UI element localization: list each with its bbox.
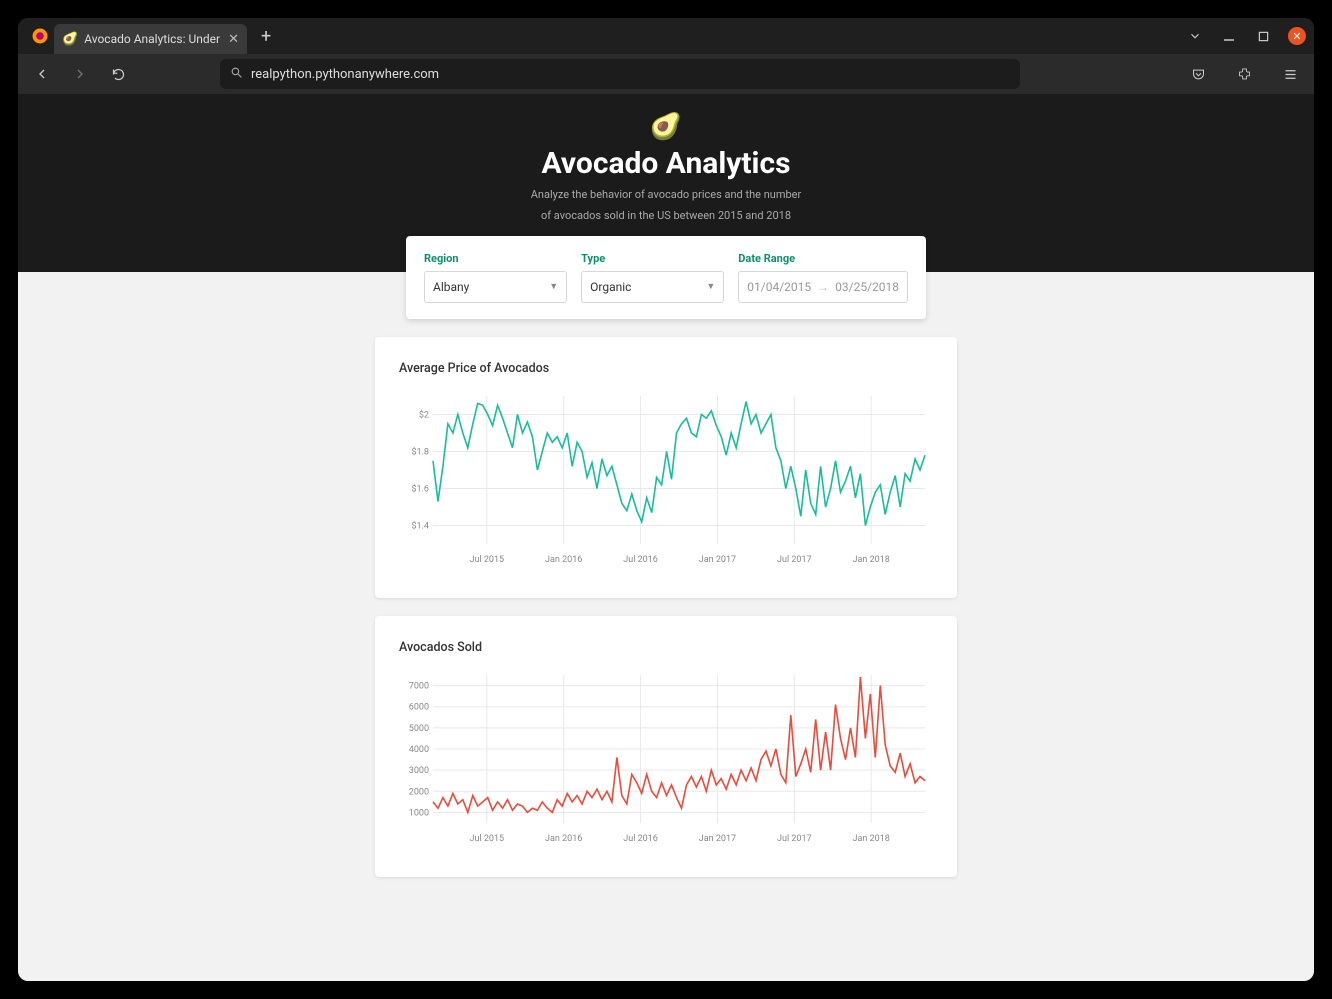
titlebar: 🥑 Avocado Analytics: Under ✕ + ✕ (18, 18, 1314, 54)
tab-title: Avocado Analytics: Under (84, 32, 220, 46)
tab-list-dropdown-icon[interactable] (1186, 27, 1204, 45)
price-chart[interactable]: $1.4 $1.6 $1.8 $2 Jul 2015 Jan 2016 Jul 2016 Ja… (399, 390, 933, 570)
type-select[interactable]: Organic ▼ (581, 271, 724, 303)
svg-text:$1.4: $1.4 (411, 520, 429, 531)
nav-reload-button[interactable] (102, 58, 134, 90)
filter-type-label: Type (581, 252, 724, 265)
svg-text:4000: 4000 (409, 745, 429, 755)
page-subtitle-line1: Analyze the behavior of avocado prices a… (18, 187, 1314, 202)
svg-text:Jan 2017: Jan 2017 (699, 834, 736, 844)
date-start: 01/04/2015 (747, 280, 811, 294)
filter-region-label: Region (424, 252, 567, 265)
date-end: 03/25/2018 (835, 280, 899, 294)
svg-text:Jan 2017: Jan 2017 (699, 555, 736, 565)
page-subtitle-line2: of avocados sold in the US between 2015 … (18, 208, 1314, 223)
nav-back-button[interactable] (26, 58, 58, 90)
tab-close-icon[interactable]: ✕ (228, 32, 239, 47)
filter-daterange: Date Range 01/04/2015 → 03/25/2018 (738, 252, 908, 303)
svg-text:5000: 5000 (409, 724, 429, 734)
sold-chart[interactable]: 1000 2000 3000 4000 5000 6000 7000 Jul 2015 Jan … (399, 669, 933, 849)
filter-type: Type Organic ▼ (581, 252, 724, 303)
avocado-emoji: 🥑 (18, 112, 1314, 142)
svg-text:Jan 2016: Jan 2016 (545, 555, 582, 565)
svg-text:$1.6: $1.6 (411, 483, 429, 494)
tab-favicon: 🥑 (62, 32, 78, 47)
page-viewport: 🥑 Avocado Analytics Analyze the behavior… (18, 94, 1314, 981)
menu-icon[interactable] (1274, 58, 1306, 90)
browser-window: 🥑 Avocado Analytics: Under ✕ + ✕ realpyt… (18, 18, 1314, 981)
search-icon (230, 66, 243, 83)
svg-text:Jul 2017: Jul 2017 (777, 834, 812, 844)
navbar: realpython.pythonanywhere.com (18, 54, 1314, 94)
browser-tab[interactable]: 🥑 Avocado Analytics: Under ✕ (54, 24, 247, 54)
svg-text:Jan 2018: Jan 2018 (853, 834, 890, 844)
url-text: realpython.pythonanywhere.com (251, 67, 439, 82)
page-title: Avocado Analytics (18, 146, 1314, 181)
firefox-icon (26, 27, 54, 45)
region-select[interactable]: Albany ▼ (424, 271, 567, 303)
svg-text:2000: 2000 (409, 787, 429, 797)
filter-region: Region Albany ▼ (424, 252, 567, 303)
type-value: Organic (590, 280, 631, 294)
url-bar[interactable]: realpython.pythonanywhere.com (220, 59, 1020, 89)
svg-text:Jul 2017: Jul 2017 (777, 555, 812, 565)
daterange-input[interactable]: 01/04/2015 → 03/25/2018 (738, 271, 908, 303)
svg-text:$1.8: $1.8 (411, 446, 429, 457)
window-minimize-button[interactable] (1220, 27, 1238, 45)
nav-forward-button[interactable] (64, 58, 96, 90)
svg-text:7000: 7000 (409, 681, 429, 691)
sold-chart-title: Avocados Sold (399, 640, 933, 655)
price-chart-card: Average Price of Avocados $1.4 $1.6 $1.8 $2… (375, 337, 957, 598)
new-tab-button[interactable]: + (261, 26, 271, 47)
svg-text:Jul 2016: Jul 2016 (623, 555, 658, 565)
chevron-down-icon: ▼ (549, 281, 558, 292)
svg-text:Jul 2016: Jul 2016 (623, 834, 658, 844)
chevron-down-icon: ▼ (706, 281, 715, 292)
window-maximize-button[interactable] (1254, 27, 1272, 45)
svg-text:Jul 2015: Jul 2015 (470, 834, 505, 844)
svg-text:Jul 2015: Jul 2015 (470, 555, 505, 565)
region-value: Albany (433, 280, 469, 294)
filter-daterange-label: Date Range (738, 252, 908, 265)
extensions-icon[interactable] (1228, 58, 1260, 90)
svg-text:3000: 3000 (409, 766, 429, 776)
price-chart-title: Average Price of Avocados (399, 361, 933, 376)
window-close-button[interactable]: ✕ (1288, 27, 1306, 45)
svg-text:$2: $2 (419, 409, 429, 420)
arrow-right-icon: → (817, 280, 829, 294)
pocket-icon[interactable] (1182, 58, 1214, 90)
svg-text:6000: 6000 (409, 702, 429, 712)
svg-text:1000: 1000 (409, 808, 429, 818)
svg-text:Jan 2016: Jan 2016 (545, 834, 582, 844)
sold-chart-card: Avocados Sold 1000 2000 3000 4000 5000 6000 70… (375, 616, 957, 877)
svg-text:Jan 2018: Jan 2018 (853, 555, 890, 565)
filter-panel: Region Albany ▼ Type Organic ▼ Date Rang… (406, 236, 926, 319)
